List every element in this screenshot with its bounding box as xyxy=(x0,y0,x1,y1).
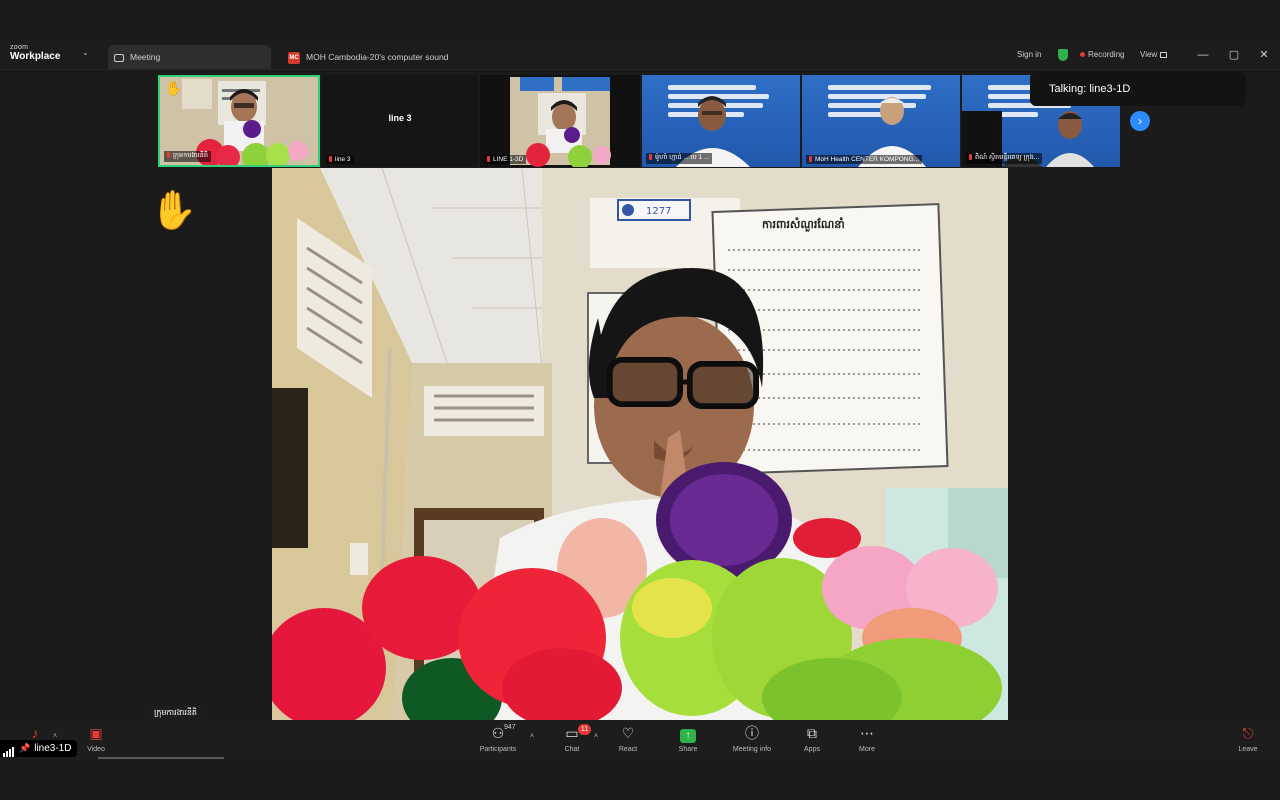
participant-thumbnail[interactable]: LINE 1-3D xyxy=(480,75,640,167)
mic-muted-icon xyxy=(487,156,490,163)
participant-thumbnail[interactable]: line 3 line 3 xyxy=(322,75,478,167)
participant-name: ពិណ៍ ស្ថិតមន្ទីរពេទ្យ ក្រុង... xyxy=(966,153,1043,164)
self-view-name: 📌 line3-1D xyxy=(0,740,78,757)
share-label: Share xyxy=(678,746,698,753)
leave-button[interactable]: ⎋ Leave xyxy=(1218,724,1278,753)
mic-muted-icon xyxy=(809,156,812,163)
tab-meeting[interactable]: Meeting xyxy=(108,45,271,69)
view-button[interactable]: View xyxy=(1140,40,1168,70)
participant-name: ម៉ូហាំ ហ្មាដ់ ... រប 1 ... xyxy=(646,153,713,164)
active-speaker-video[interactable]: 1277 ការពារសំណួរណែនាំ xyxy=(272,168,1008,720)
record-icon xyxy=(1080,52,1085,58)
talking-indicator: Talking: line3-1D xyxy=(1030,72,1246,106)
meeting-icon xyxy=(114,53,124,62)
participant-thumbnail[interactable]: ម៉ូហាំ ហ្មាដ់ ... រប 1 ... xyxy=(642,75,800,167)
signal-icon xyxy=(3,740,15,757)
mic-muted-icon xyxy=(329,156,332,163)
brand-text: Workplace xyxy=(10,51,61,62)
participant-name: MoH Health CENTER KOMPONG... xyxy=(806,155,923,164)
more-label: More xyxy=(859,746,875,753)
shield-icon[interactable] xyxy=(1058,49,1068,61)
apps-label: Apps xyxy=(804,746,820,753)
speaker-name-label: ក្រុមការងារនីតិ xyxy=(150,706,202,720)
view-label: View xyxy=(1140,50,1158,59)
minimize-button[interactable]: — xyxy=(1193,40,1213,70)
title-bar: zoom Workplace ⌄ Meeting MC MOH Cambodia-… xyxy=(0,40,1280,70)
speaker-video-frame: 1277 ការពារសំណួរណែនាំ xyxy=(272,168,1008,720)
raised-hand-icon: ✋ xyxy=(150,190,198,232)
participant-video xyxy=(858,97,926,167)
video-off-icon: ▣ xyxy=(89,725,103,741)
react-label: React xyxy=(618,746,638,753)
zoom-workplace-logo[interactable]: zoom Workplace xyxy=(10,44,60,62)
participants-button[interactable]: ⚇ 947 ˄ Participants xyxy=(468,724,534,753)
leave-icon: ⎋ xyxy=(1242,725,1254,741)
mic-muted-icon xyxy=(969,154,972,161)
chevron-up-icon[interactable]: ˄ xyxy=(53,733,57,740)
participant-thumbnail[interactable]: ✋ ក្រុមការងារនីតិ xyxy=(158,75,320,167)
self-name-label: line3-1D xyxy=(34,743,72,755)
participant-center-name: line 3 xyxy=(388,113,412,123)
share-button[interactable]: ↑ Share xyxy=(658,724,718,753)
more-button[interactable]: ⋯ More xyxy=(837,724,897,753)
divider xyxy=(98,757,224,759)
close-button[interactable]: ✕ xyxy=(1254,40,1274,70)
meeting-info-label: Meeting info xyxy=(732,746,772,753)
apps-button[interactable]: ⧉ Apps xyxy=(782,724,842,753)
participant-thumbnail[interactable]: MoH Health CENTER KOMPONG... xyxy=(802,75,960,167)
avatar-initials-icon: MC xyxy=(288,51,300,64)
chevron-up-icon[interactable]: ˄ xyxy=(530,733,534,740)
pin-icon: 📌 xyxy=(19,743,31,754)
screen-bottom-band xyxy=(0,760,1280,800)
poster-title: ការពារសំណួរណែនាំ xyxy=(762,217,845,232)
chat-icon: ▭ xyxy=(565,725,579,741)
maximize-button[interactable]: ▢ xyxy=(1224,40,1244,70)
participant-name: line 3 xyxy=(326,155,354,164)
meeting-info-button[interactable]: ⓘ Meeting info xyxy=(722,724,782,753)
mic-muted-icon xyxy=(167,152,170,159)
chat-label: Chat xyxy=(564,746,580,753)
share-icon: ↑ xyxy=(658,724,718,743)
participants-icon: ⚇ xyxy=(491,725,505,741)
recording-indicator[interactable]: Recording xyxy=(1080,40,1124,70)
more-icon: ⋯ xyxy=(860,725,874,741)
tab-shared-sound-label: MOH Cambodia-20's computer sound xyxy=(306,52,449,62)
info-icon: ⓘ xyxy=(745,725,759,741)
participant-name: LINE 1-3D xyxy=(484,155,527,164)
heart-icon: ♡ xyxy=(621,725,635,741)
meeting-controls: ♪ ˄ ▣ Video ⚇ 947 ˄ Participants ▭ 11 ˄ … xyxy=(0,720,1280,760)
tab-shared-sound[interactable]: MC MOH Cambodia-20's computer sound xyxy=(282,45,482,69)
next-page-button[interactable]: › xyxy=(1130,111,1150,131)
raised-hand-icon: ✋ xyxy=(165,80,183,96)
chevron-down-icon[interactable]: ⌄ xyxy=(82,48,89,57)
leave-label: Leave xyxy=(1238,746,1258,753)
apps-icon: ⧉ xyxy=(807,725,817,741)
participant-strip: ✋ ក្រុមការងារនីតិ line 3 line 3 LINE 1-3… xyxy=(158,75,1122,169)
mic-muted-icon xyxy=(649,154,652,161)
react-button[interactable]: ♡ React xyxy=(598,724,658,753)
recording-label: Recording xyxy=(1088,50,1125,59)
grid-icon xyxy=(1160,51,1168,58)
participant-name: ក្រុមការងារនីតិ xyxy=(164,151,211,162)
brand-small-text: zoom xyxy=(10,44,29,51)
participant-video xyxy=(480,75,640,167)
tab-meeting-label: Meeting xyxy=(130,52,161,62)
poster-sign: 1277 xyxy=(646,206,671,217)
chat-button[interactable]: ▭ 11 ˄ Chat xyxy=(542,724,602,753)
screen-top-band xyxy=(0,0,1280,40)
sign-in-link[interactable]: Sign in xyxy=(1017,40,1041,70)
participants-label: Participants xyxy=(479,746,517,753)
chat-unread-badge: 11 xyxy=(578,724,591,735)
participants-count: 947 xyxy=(504,724,516,731)
